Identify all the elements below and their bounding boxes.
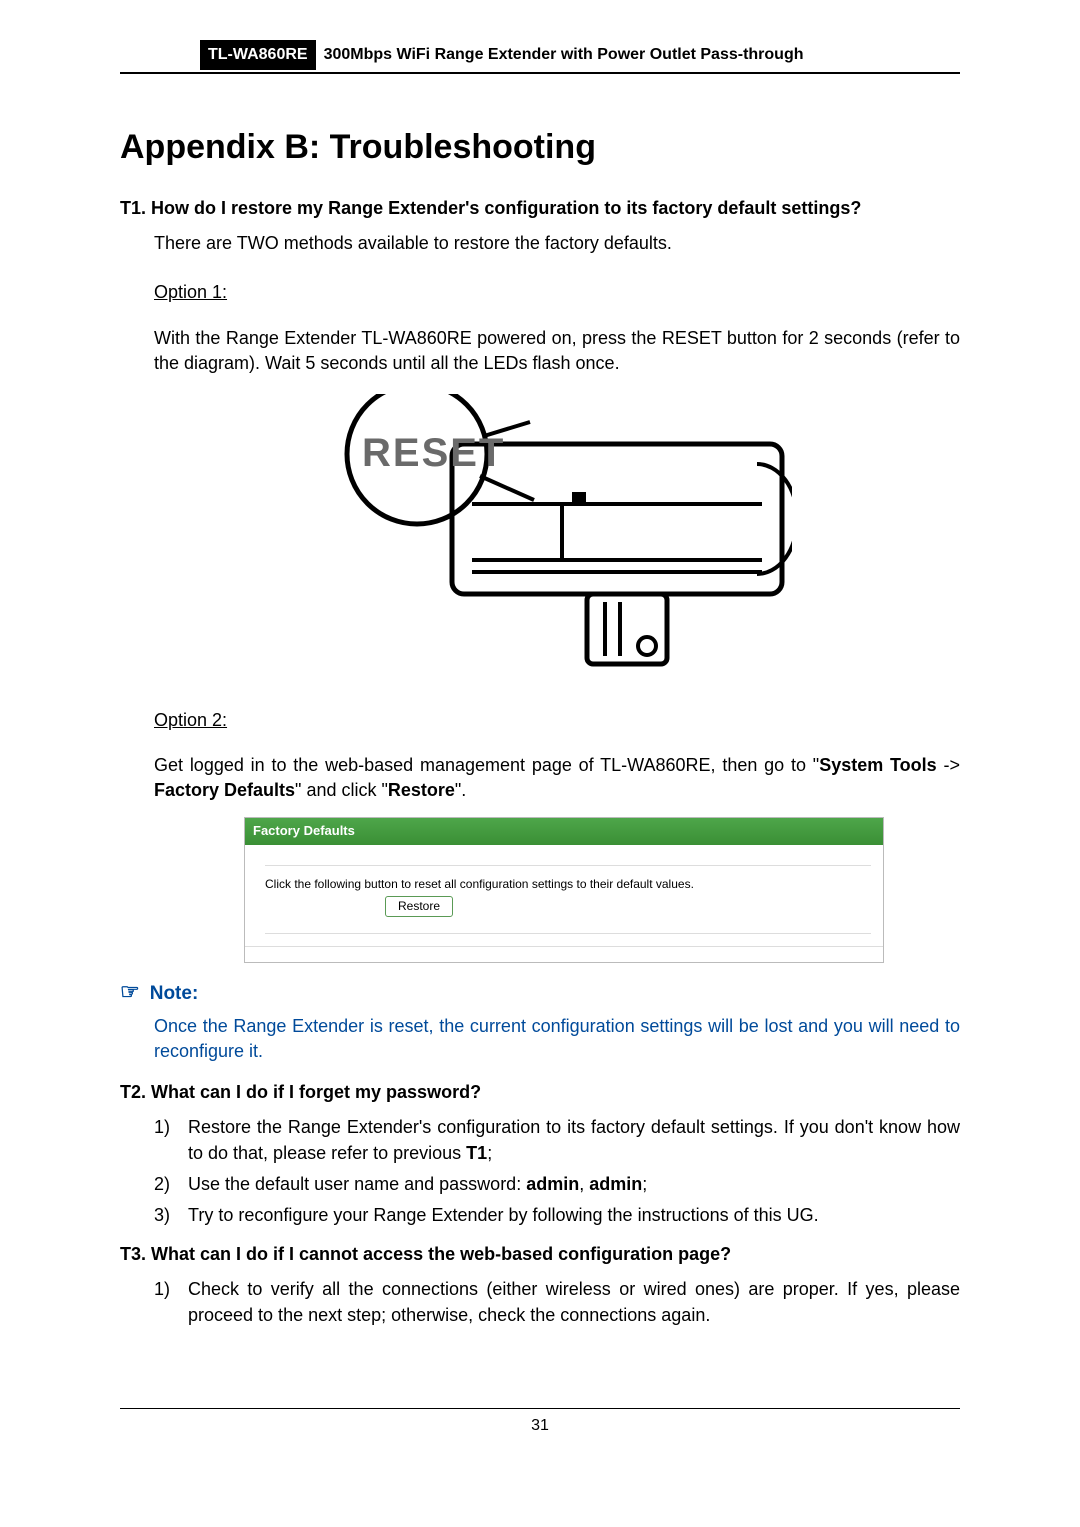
t2-step2-a: Use the default user name and password:	[188, 1174, 526, 1194]
reset-label: RESET	[362, 431, 505, 475]
list-item: 3) Try to reconfigure your Range Extende…	[154, 1203, 960, 1228]
t2-step1: Restore the Range Extender's configurati…	[188, 1115, 960, 1165]
arrow: ->	[937, 755, 960, 775]
t3-number: T3.	[120, 1244, 146, 1264]
list-item: 1) Restore the Range Extender's configur…	[154, 1115, 960, 1165]
t2-step1-a: Restore the Range Extender's configurati…	[188, 1117, 960, 1162]
t1-number: T1.	[120, 198, 146, 218]
reset-diagram: RESET	[322, 394, 792, 684]
factory-defaults-panel: Factory Defaults Click the following but…	[244, 817, 884, 963]
t2-step2: Use the default user name and password: …	[188, 1172, 960, 1197]
panel-header: Factory Defaults	[245, 818, 883, 844]
restore-bold: Restore	[388, 780, 455, 800]
model-description: 300Mbps WiFi Range Extender with Power O…	[316, 40, 812, 70]
step-number: 2)	[154, 1172, 188, 1197]
panel-instruction: Click the following button to reset all …	[265, 876, 871, 893]
note-icon: ☞	[120, 981, 140, 1003]
factory-defaults-bold: Factory Defaults	[154, 780, 295, 800]
t2-steps: 1) Restore the Range Extender's configur…	[154, 1115, 960, 1228]
note-label: Note:	[150, 981, 199, 1008]
troubleshoot-item-t2: T2. What can I do if I forget my passwor…	[120, 1080, 960, 1105]
list-item: 2) Use the default user name and passwor…	[154, 1172, 960, 1197]
option1-text: With the Range Extender TL-WA860RE power…	[154, 326, 960, 376]
t3-steps: 1) Check to verify all the connections (…	[154, 1277, 960, 1327]
t2-step1-c: ;	[487, 1143, 492, 1163]
troubleshoot-item-t3: T3. What can I do if I cannot access the…	[120, 1242, 960, 1267]
note-block: ☞ Note:	[120, 981, 960, 1008]
t1-title: How do I restore my Range Extender's con…	[151, 198, 861, 218]
step-number: 3)	[154, 1203, 188, 1228]
t3-step1: Check to verify all the connections (eit…	[188, 1277, 960, 1327]
page-footer: 31	[120, 1408, 960, 1437]
t2-step1-bold: T1	[466, 1143, 487, 1163]
note-text: Once the Range Extender is reset, the cu…	[154, 1014, 960, 1064]
step-number: 1)	[154, 1277, 188, 1327]
model-label: TL-WA860RE	[200, 40, 316, 70]
option2-text-mid: " and click "	[295, 780, 388, 800]
page-number: 31	[531, 1417, 549, 1434]
t2-title: What can I do if I forget my password?	[151, 1082, 481, 1102]
t2-step2-c: ,	[579, 1174, 589, 1194]
t2-step2-d: admin	[589, 1174, 642, 1194]
t2-step2-e: ;	[642, 1174, 647, 1194]
option2-label: Option 2:	[154, 708, 227, 733]
page-header: TL-WA860RE 300Mbps WiFi Range Extender w…	[120, 40, 960, 74]
t3-title: What can I do if I cannot access the web…	[151, 1244, 731, 1264]
t2-step2-b: admin	[526, 1174, 579, 1194]
option2-text: Get logged in to the web-based managemen…	[154, 753, 960, 803]
step-number: 1)	[154, 1115, 188, 1165]
option2-text-pre: Get logged in to the web-based managemen…	[154, 755, 819, 775]
option2-text-end: ".	[455, 780, 466, 800]
system-tools-bold: System Tools	[819, 755, 937, 775]
option1-label: Option 1:	[154, 280, 227, 305]
t1-intro: There are TWO methods available to resto…	[154, 231, 960, 256]
list-item: 1) Check to verify all the connections (…	[154, 1277, 960, 1327]
restore-button[interactable]: Restore	[385, 896, 453, 917]
t2-number: T2.	[120, 1082, 146, 1102]
page-title: Appendix B: Troubleshooting	[120, 124, 960, 172]
t2-step3: Try to reconfigure your Range Extender b…	[188, 1203, 960, 1228]
troubleshoot-item-t1: T1. How do I restore my Range Extender's…	[120, 196, 960, 221]
